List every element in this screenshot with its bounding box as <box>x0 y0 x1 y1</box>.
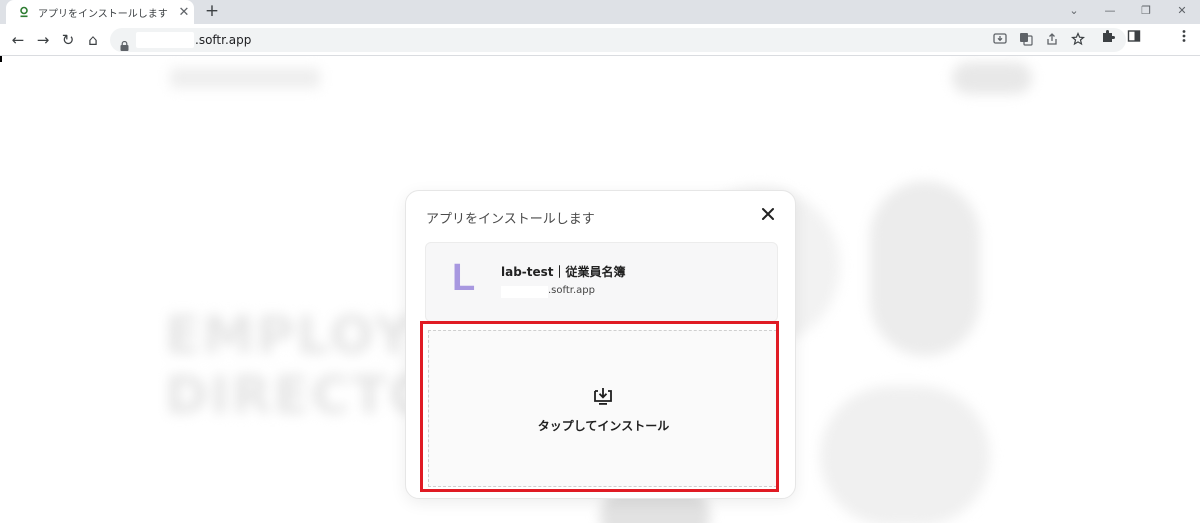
browser-tab[interactable]: アプリをインストールします ✕ <box>6 0 194 24</box>
dialog-title: アプリをインストールします <box>426 212 595 227</box>
install-app-icon[interactable] <box>992 32 1008 48</box>
url-redaction <box>136 32 194 48</box>
restore-button[interactable]: ❐ <box>1128 0 1164 24</box>
pin-favicon-icon <box>18 6 30 18</box>
translate-icon[interactable] <box>1018 32 1034 48</box>
address-bar[interactable]: .softr.app <box>110 28 1126 52</box>
side-panel-icon[interactable] <box>1122 28 1146 52</box>
text-cursor <box>0 56 2 62</box>
app-url: .softr.app <box>548 285 595 296</box>
highlight-annotation-box <box>420 321 779 492</box>
browser-menu-icon[interactable] <box>1172 28 1196 52</box>
bookmark-star-icon[interactable] <box>1070 31 1086 48</box>
minimize-button[interactable]: — <box>1092 0 1128 24</box>
tab-title: アプリをインストールします <box>38 8 168 20</box>
lock-icon[interactable] <box>120 35 129 51</box>
tab-close-icon[interactable]: ✕ <box>174 5 194 20</box>
dialog-close-icon[interactable] <box>758 204 778 224</box>
browser-toolbar: ← → ↻ ⌂ .softr.app <box>0 24 1200 56</box>
extensions-puzzle-icon[interactable] <box>1096 28 1120 52</box>
close-window-button[interactable]: ✕ <box>1164 0 1200 24</box>
app-letter-icon: L <box>452 257 476 299</box>
forward-button[interactable]: → <box>31 28 55 52</box>
app-name: lab-test｜従業員名簿 <box>501 265 626 279</box>
back-button[interactable]: ← <box>6 28 30 52</box>
reload-button[interactable]: ↻ <box>56 28 80 52</box>
blurred-illustration <box>820 386 990 523</box>
blurred-header-button <box>952 62 1032 94</box>
app-info-card: L lab-test｜従業員名簿 .softr.app <box>425 242 778 322</box>
tab-search-chevron-icon[interactable]: ⌄ <box>1056 0 1092 24</box>
blurred-illustration <box>870 181 980 356</box>
address-url: .softr.app <box>195 33 252 47</box>
app-url-redaction <box>501 286 548 298</box>
new-tab-button[interactable]: + <box>202 1 222 21</box>
blurred-site-logo <box>170 68 320 88</box>
share-icon[interactable] <box>1044 32 1060 48</box>
browser-tab-strip: アプリをインストールします ✕ + ⌄ — ❐ ✕ <box>0 0 1200 24</box>
home-button[interactable]: ⌂ <box>81 28 105 52</box>
